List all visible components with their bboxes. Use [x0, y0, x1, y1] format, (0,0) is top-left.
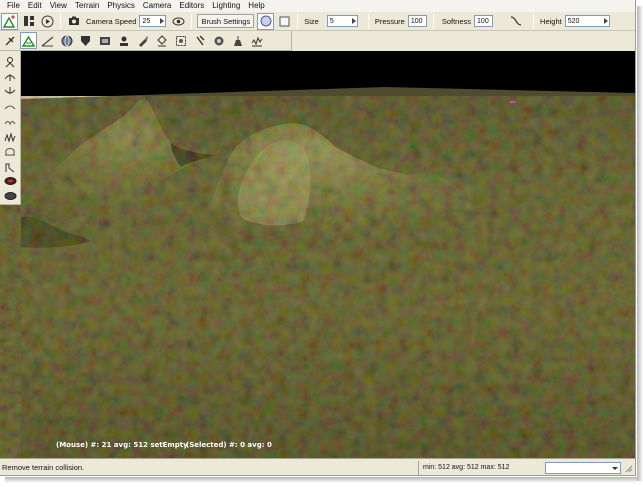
raise-icon[interactable]	[2, 55, 18, 69]
chevron-down-icon[interactable]	[612, 466, 618, 470]
paint-icon[interactable]	[134, 32, 151, 49]
peaks-icon[interactable]	[2, 130, 18, 144]
erase-icon[interactable]	[2, 174, 18, 188]
resize-grip-icon[interactable]	[623, 463, 633, 473]
clear-icon[interactable]	[2, 159, 18, 173]
smooth-tool-icon[interactable]	[2, 115, 18, 129]
scale-icon[interactable]	[2, 144, 18, 158]
terrain-texture	[21, 96, 635, 458]
circle-brush-icon[interactable]	[257, 12, 275, 30]
globe-icon[interactable]	[58, 32, 75, 49]
height-input[interactable]: 520	[564, 15, 610, 27]
toolbar-separator	[60, 13, 61, 29]
menu-item-camera[interactable]: Camera	[139, 0, 175, 12]
size-input[interactable]: 5	[326, 15, 358, 27]
camera-icon[interactable]	[65, 13, 82, 30]
status-combo-box[interactable]	[545, 461, 621, 474]
toolbar-separator	[533, 13, 535, 29]
terrain-mode-icon[interactable]	[20, 32, 37, 49]
menu-item-file[interactable]: File	[3, 0, 24, 12]
stamp-icon[interactable]	[115, 32, 132, 49]
set-height-icon[interactable]	[2, 85, 18, 99]
toolbar-separator	[297, 13, 299, 29]
eye-icon[interactable]	[170, 13, 187, 30]
editor-window: File Edit View Terrain Physics Camera Editors L…	[0, 0, 636, 476]
pressure-input[interactable]: 100	[407, 15, 427, 27]
menu-item-help[interactable]: Help	[244, 0, 268, 12]
menu-item-physics[interactable]: Physics	[103, 0, 139, 12]
menu-item-terrain[interactable]: Terrain	[71, 0, 103, 12]
marker-point	[510, 101, 515, 103]
toolbar-separator	[432, 13, 434, 29]
bucket-icon[interactable]	[153, 32, 170, 49]
softness-label: Softness	[441, 16, 472, 26]
terrain-toolbar	[0, 31, 292, 51]
camera-speed-input[interactable]: 25	[139, 15, 167, 27]
menu-item-view[interactable]: View	[46, 0, 71, 12]
smooth-icon[interactable]	[210, 32, 227, 49]
height-stats: min: 512 avg: 512 max: 512	[418, 460, 543, 475]
terrain-editor-icon[interactable]	[1, 12, 18, 30]
menu-item-lighting[interactable]: Lighting	[208, 0, 244, 12]
camera-speed-value: 25	[142, 17, 151, 25]
window-shadow-right	[637, 6, 643, 481]
pressure-label: Pressure	[374, 16, 405, 26]
status-bar: Remove terrain collision. min: 512 avg: …	[0, 458, 635, 475]
softness-value: 100	[477, 17, 489, 25]
ground-edge-texture	[0, 205, 21, 458]
height-value: 520	[567, 17, 580, 25]
adjust-icon[interactable]	[2, 100, 18, 114]
shield-icon[interactable]	[77, 32, 94, 49]
terrain-viewport-edge	[0, 205, 21, 458]
size-value: 5	[329, 17, 334, 25]
move-icon[interactable]	[191, 32, 208, 49]
camera-speed-label: Camera Speed	[86, 16, 137, 26]
oval-brush-icon[interactable]	[2, 189, 18, 203]
window-shadow-bottom	[5, 477, 637, 483]
menu-item-editors[interactable]: Editors	[175, 0, 208, 12]
toolbar-separator	[367, 13, 369, 29]
menu-item-edit[interactable]: Edit	[24, 0, 46, 12]
toolbar-separator	[191, 13, 193, 29]
main-toolbar: Camera Speed 25 Brush Settings Size 5 Pr…	[0, 12, 635, 31]
size-label: Size	[304, 16, 319, 26]
brush-settings-button[interactable]: Brush Settings	[197, 14, 255, 28]
brush-tools-panel	[0, 51, 21, 205]
flatten-icon[interactable]	[229, 32, 246, 49]
lower-icon[interactable]	[2, 70, 18, 84]
spin-arrow-icon[interactable]	[603, 18, 608, 24]
elevation-icon[interactable]	[39, 32, 56, 49]
softness-curve-icon[interactable]	[507, 13, 524, 30]
spin-arrow-icon[interactable]	[160, 18, 165, 24]
softness-input[interactable]: 100	[474, 15, 494, 27]
spin-arrow-icon[interactable]	[351, 18, 356, 24]
status-message: Remove terrain collision.	[2, 463, 85, 472]
film-icon[interactable]	[96, 32, 113, 49]
mouse-info-text: (Mouse) #: 21 avg: 512 setEmpty	[56, 441, 188, 449]
split-view-icon[interactable]	[20, 13, 37, 30]
pressure-value: 100	[410, 17, 423, 25]
terrain-viewport[interactable]	[21, 51, 636, 458]
height-label: Height	[540, 16, 562, 26]
select-icon[interactable]	[172, 32, 189, 49]
selected-info-text: (Selected) #: 0 avg: 0	[186, 441, 272, 449]
square-brush-icon[interactable]	[276, 13, 293, 30]
play-icon[interactable]	[39, 13, 56, 30]
menu-bar: File Edit View Terrain Physics Camera Editors L…	[0, 0, 635, 12]
noise-icon[interactable]	[248, 32, 265, 49]
pin-icon[interactable]	[1, 32, 18, 49]
